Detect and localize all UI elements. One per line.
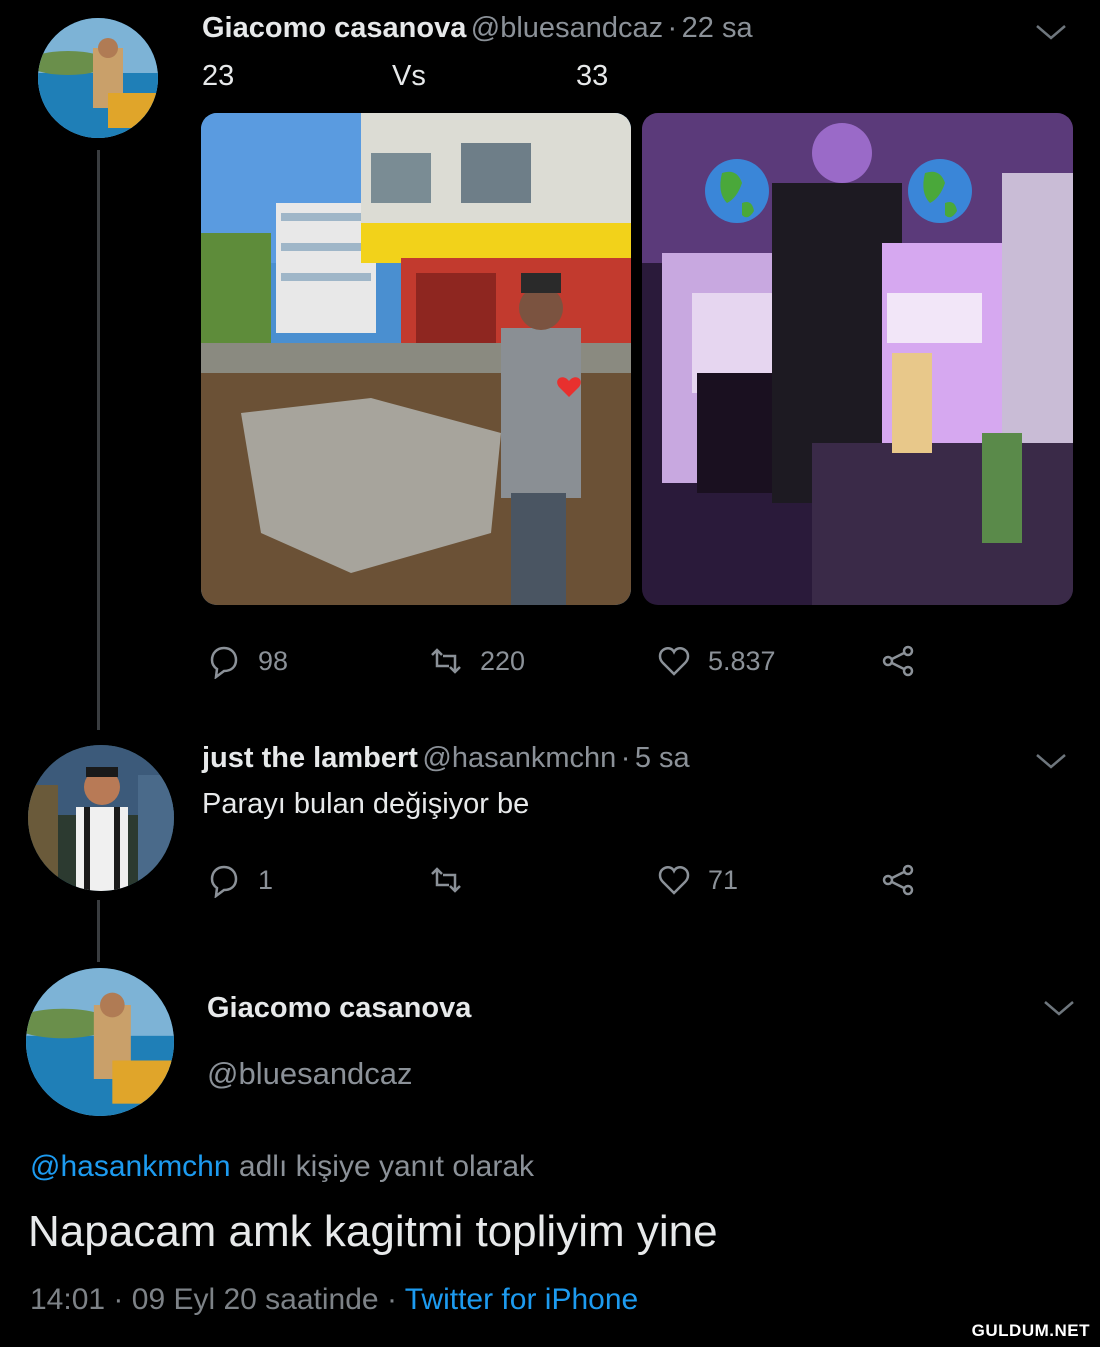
retweet-count: 220 [480, 645, 526, 676]
separator-dot: · [667, 12, 678, 44]
reply-count: 98 [258, 645, 289, 676]
tweet-text-left: 23 [202, 60, 235, 92]
watermark: GULDUM.NET [971, 1321, 1090, 1340]
chevron-down-icon[interactable] [1034, 751, 1068, 771]
avatar-giacomo[interactable] [26, 968, 174, 1116]
author-name[interactable]: just the lambert [202, 742, 418, 774]
author-handle[interactable]: @bluesandcaz [471, 12, 663, 44]
share-icon [880, 643, 916, 679]
avatar-giacomo[interactable] [38, 18, 158, 138]
retweet-icon [428, 862, 464, 898]
reply-button[interactable]: 1 [206, 862, 273, 898]
tweet-source-link[interactable]: Twitter for iPhone [405, 1283, 638, 1316]
retweet-button[interactable] [428, 862, 464, 898]
thread-line-2 [97, 900, 100, 962]
like-count: 71 [708, 864, 739, 895]
reply-to-link[interactable]: @hasankmchn [30, 1150, 231, 1183]
retweet-button[interactable]: 220 [428, 643, 525, 679]
share-button[interactable] [880, 862, 916, 898]
reply-icon [206, 643, 242, 679]
tweet-time[interactable]: 14:01 [30, 1283, 105, 1316]
chevron-down-icon[interactable] [1034, 22, 1068, 42]
tweet2-header: just the lambert @hasankmchn · 5 sa [202, 742, 690, 775]
tweet-text: Napacam amk kagitmi topliyim yine [28, 1207, 718, 1256]
like-button[interactable]: 71 [656, 862, 738, 898]
author-name[interactable]: Giacomo casanova [202, 12, 466, 44]
reply-count: 1 [258, 864, 274, 895]
share-icon [880, 862, 916, 898]
tweet-photo-left[interactable] [201, 113, 631, 605]
tweet-text: Parayı bulan değişiyor be [202, 788, 530, 820]
heart-icon [656, 862, 692, 898]
share-button[interactable] [880, 643, 916, 679]
reply-icon [206, 862, 242, 898]
tweet1-header: Giacomo casanova @bluesandcaz · 22 sa [202, 12, 753, 45]
tweet-date[interactable]: 09 Eyl 20 saatinde [132, 1283, 379, 1316]
separator-dot: · [620, 742, 631, 774]
thread-line [97, 150, 100, 730]
tweet-meta: 14:01 · 09 Eyl 20 saatinde · Twitter for… [30, 1283, 638, 1317]
reply-to-suffix: adlı kişiye yanıt olarak [238, 1150, 535, 1183]
retweet-icon [428, 643, 464, 679]
avatar-lambert[interactable] [28, 745, 174, 891]
reply-button[interactable]: 98 [206, 643, 288, 679]
author-handle[interactable]: @hasankmchn [422, 742, 616, 774]
like-button[interactable]: 5.837 [656, 643, 776, 679]
chevron-down-icon[interactable] [1042, 998, 1076, 1018]
separator-dot: · [386, 1283, 397, 1316]
heart-icon [656, 643, 692, 679]
tweet-photo-right[interactable] [642, 113, 1073, 605]
tweet-text-right: 33 [576, 60, 609, 92]
tweet-text-mid: Vs [392, 60, 426, 92]
author-handle[interactable]: @bluesandcaz [207, 1056, 413, 1092]
separator-dot: · [113, 1283, 124, 1316]
tweet-time[interactable]: 5 sa [635, 742, 690, 774]
like-count: 5.837 [708, 645, 776, 676]
tweet-time[interactable]: 22 sa [682, 12, 753, 44]
reply-context: @hasankmchn adlı kişiye yanıt olarak [30, 1150, 534, 1184]
author-name[interactable]: Giacomo casanova [207, 992, 471, 1025]
